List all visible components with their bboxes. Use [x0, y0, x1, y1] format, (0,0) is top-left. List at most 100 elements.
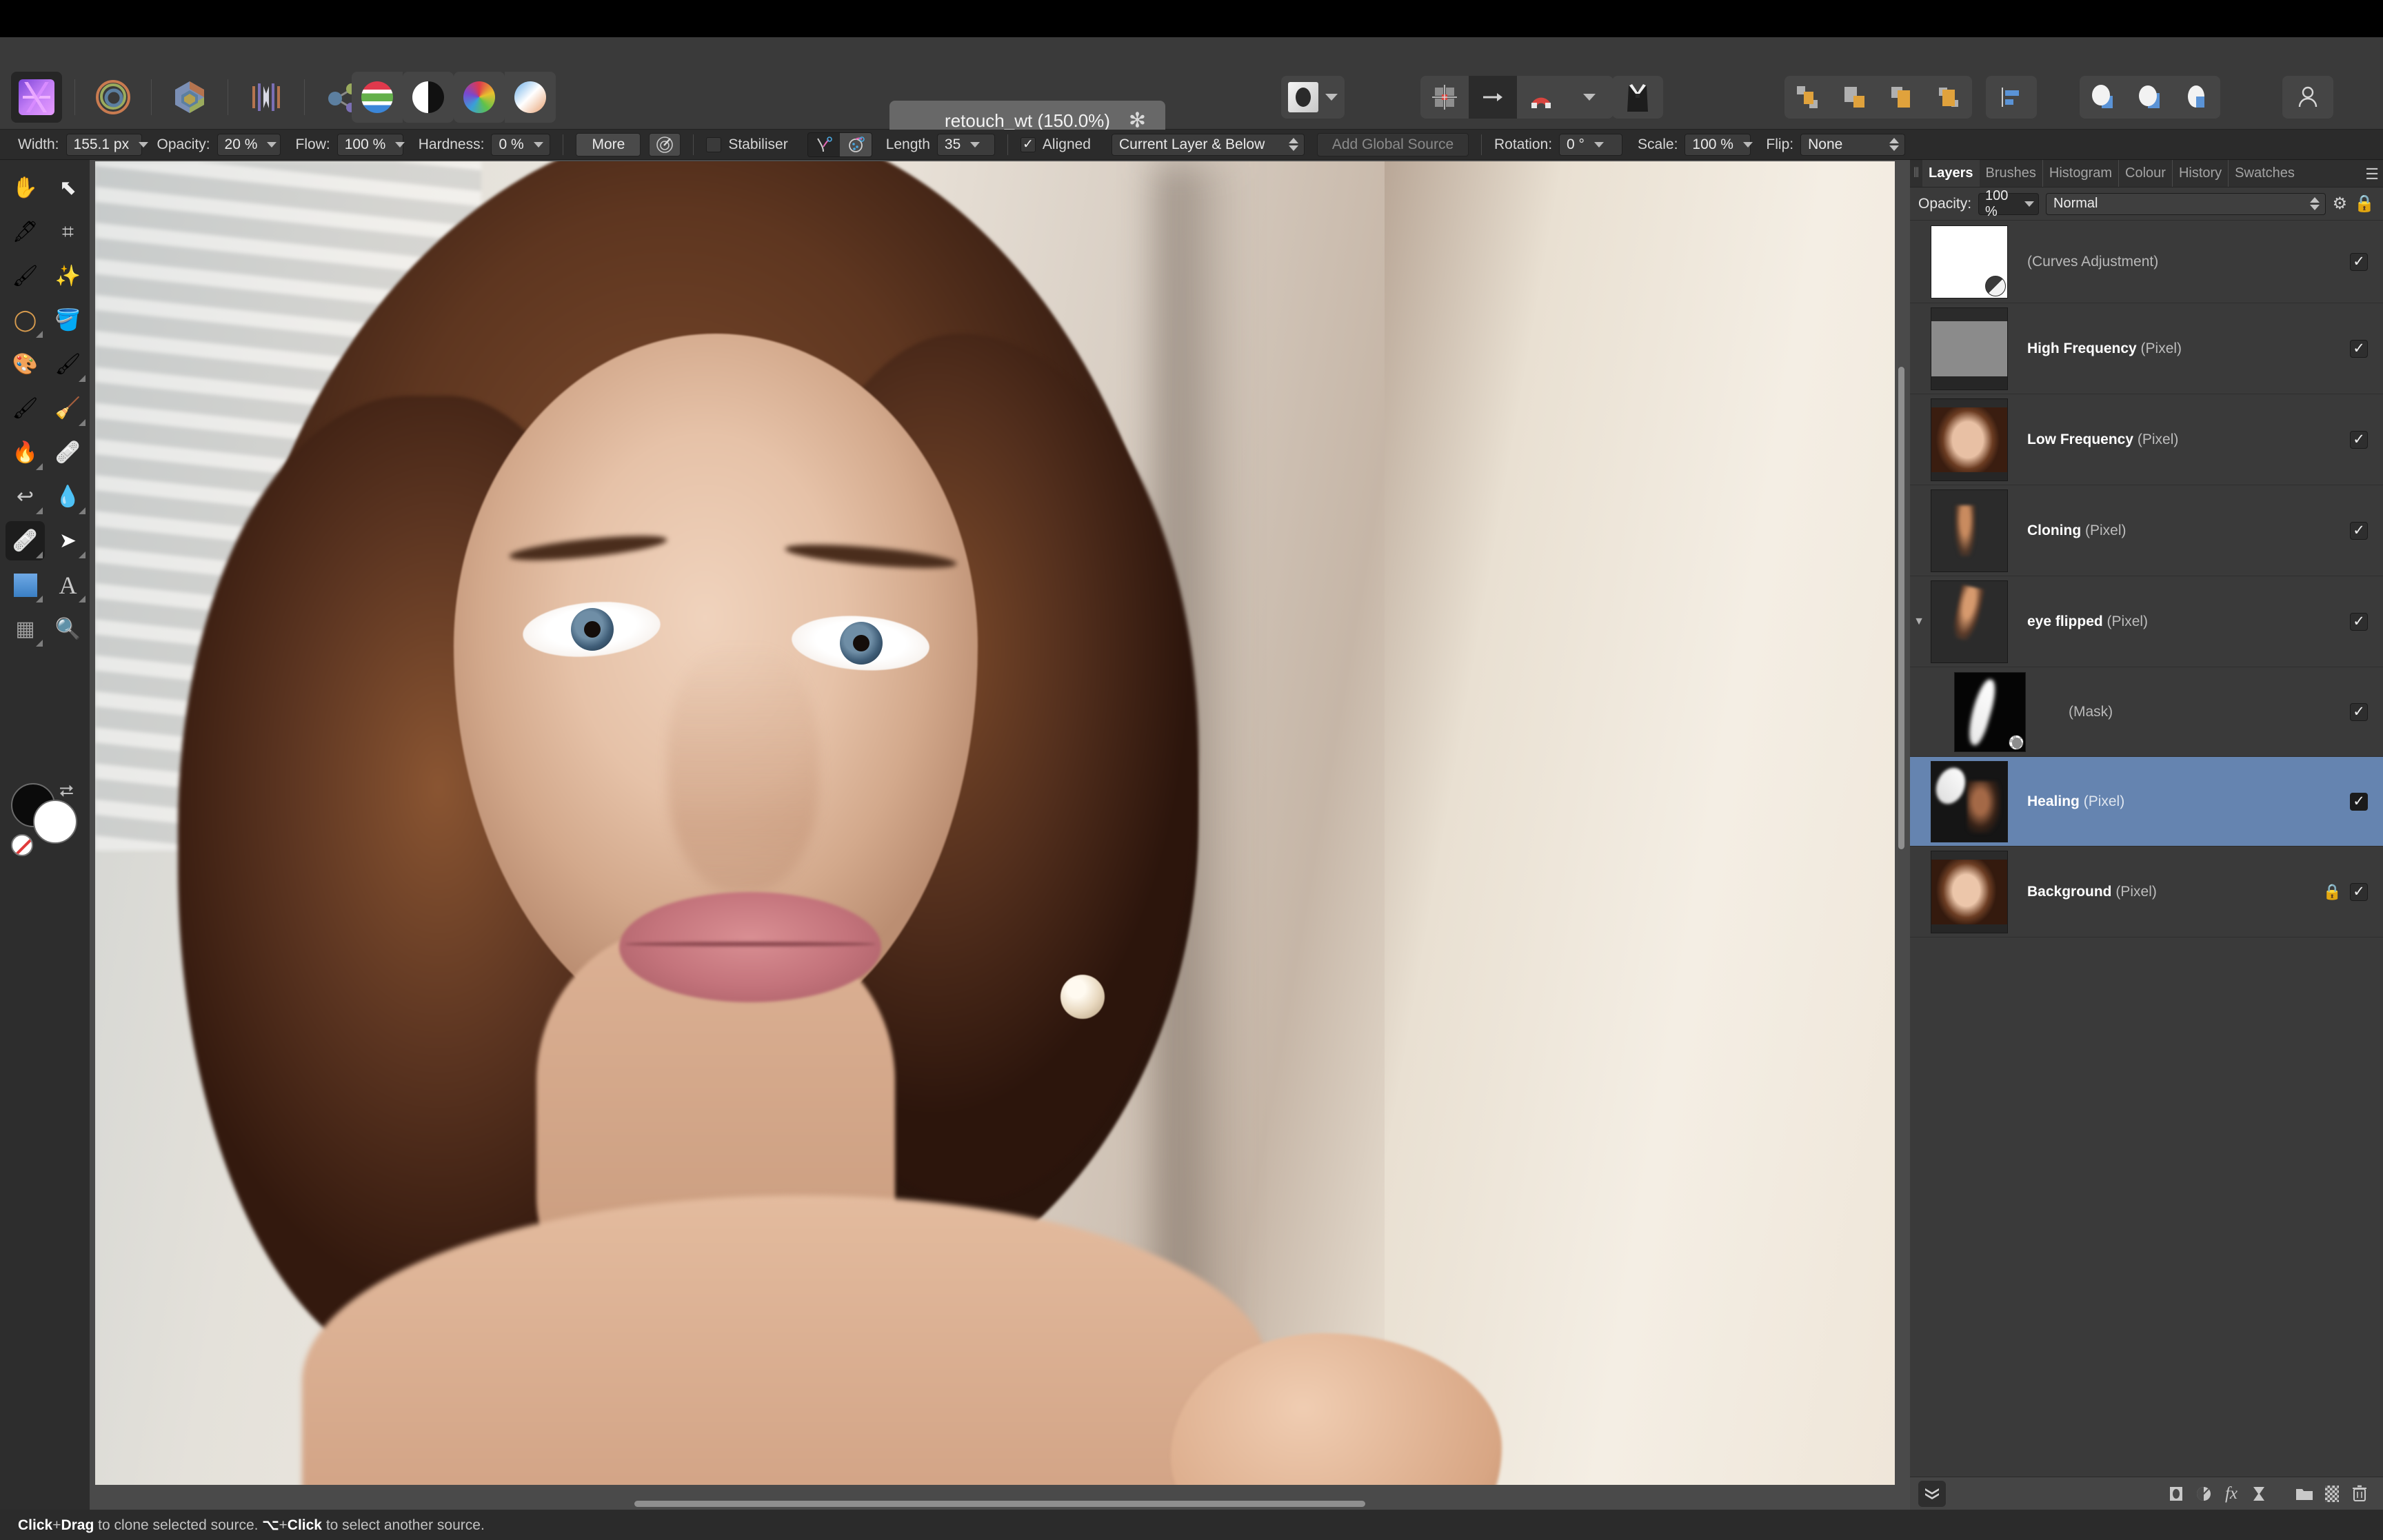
panel-grip[interactable]: ⦀ — [1910, 160, 1922, 187]
colour-adjustments-button[interactable] — [352, 72, 403, 123]
quick-mask-button[interactable] — [1281, 76, 1345, 119]
rectangle-tool[interactable] — [6, 565, 45, 605]
source-select[interactable]: Current Layer & Below — [1111, 133, 1305, 156]
enable-snapping-button[interactable] — [1517, 76, 1565, 119]
tool-submenu-indicator[interactable] — [36, 551, 43, 558]
photo-persona-button[interactable] — [11, 72, 62, 123]
stabiliser-checkbox[interactable] — [706, 136, 722, 152]
brush-dynamics-button[interactable] — [649, 132, 681, 156]
artistic-text-tool[interactable]: A — [48, 565, 88, 605]
tool-submenu-indicator[interactable] — [36, 596, 43, 602]
layer-visibility-checkbox[interactable] — [2350, 882, 2368, 901]
tab-layers[interactable]: Layers — [1922, 160, 1980, 187]
rope-stabiliser-button[interactable] — [808, 133, 840, 156]
live-filter-button[interactable] — [2245, 1481, 2273, 1507]
zoom-tool[interactable]: 🔍 — [48, 609, 88, 649]
develop-persona-button[interactable] — [164, 72, 215, 123]
freehand-selection-tool[interactable]: ◯ — [6, 301, 45, 340]
tab-colour[interactable]: Colour — [2119, 160, 2173, 187]
table-row[interactable]: Background (Pixel) 🔒 — [1910, 847, 2383, 938]
move-tool[interactable]: ⬉ — [48, 168, 88, 207]
undo-brush-tool[interactable]: ↩ — [6, 477, 45, 516]
subtract-geometry-button[interactable] — [2126, 76, 2173, 119]
flood-select-tool[interactable]: ✨ — [48, 256, 88, 296]
canvas-area[interactable] — [90, 160, 1910, 1510]
assistant-manager-button[interactable] — [1612, 76, 1663, 119]
dodge-burn-tool[interactable]: 🔥 — [6, 433, 45, 472]
table-row[interactable]: ▼ eye flipped (Pixel) — [1910, 576, 2383, 667]
move-forward-button[interactable] — [1831, 76, 1878, 119]
show-grid-button[interactable] — [1420, 76, 1469, 119]
crop-tool[interactable]: ⌗ — [48, 212, 88, 252]
panel-opacity-input[interactable]: 100 % — [1978, 188, 2040, 219]
tool-submenu-indicator[interactable] — [79, 551, 86, 558]
gear-icon[interactable]: ⚙ — [2333, 194, 2348, 214]
move-snap-button[interactable] — [1469, 76, 1517, 119]
stepper-icon[interactable] — [2309, 197, 2320, 210]
layers-list[interactable]: (Curves Adjustment) High Frequency (Pixe… — [1910, 221, 2383, 1477]
hardness-input[interactable]: 0 % — [491, 133, 551, 156]
move-to-front-button[interactable] — [1784, 76, 1831, 119]
add-pixel-layer-button[interactable] — [2318, 1481, 2346, 1507]
width-input[interactable]: 155.1 px — [66, 133, 149, 156]
tool-submenu-indicator[interactable] — [36, 331, 43, 338]
layer-lock-icon[interactable]: 🔒 — [2323, 883, 2342, 901]
layers-stack-button[interactable] — [1918, 1480, 1946, 1507]
layer-visibility-checkbox[interactable] — [2350, 252, 2368, 271]
table-row[interactable]: Cloning (Pixel) — [1910, 485, 2383, 576]
layer-visibility-checkbox[interactable] — [2350, 430, 2368, 449]
chevron-down-icon[interactable] — [267, 141, 277, 148]
panel-menu-icon[interactable]: ☰ — [2365, 165, 2379, 183]
flood-fill-tool[interactable]: 🪣 — [48, 301, 88, 340]
stepper-icon[interactable] — [1889, 138, 1900, 151]
tool-submenu-indicator[interactable] — [36, 463, 43, 470]
tool-submenu-indicator[interactable] — [36, 640, 43, 647]
add-global-source-button[interactable]: Add Global Source — [1316, 132, 1469, 156]
canvas-horizontal-scrollbar[interactable] — [90, 1499, 1910, 1508]
disclosure-arrow[interactable]: ▼ — [1910, 616, 1928, 628]
view-tool[interactable]: ✋ — [6, 168, 45, 207]
table-row[interactable]: High Frequency (Pixel) — [1910, 303, 2383, 394]
layer-visibility-checkbox[interactable] — [2350, 612, 2368, 631]
aligned-checkbox[interactable] — [1020, 136, 1036, 152]
chevron-down-icon[interactable] — [1325, 94, 1338, 101]
lock-icon[interactable]: 🔒 — [2354, 194, 2375, 214]
paint-brush-tool[interactable]: 🖌 — [48, 345, 88, 384]
tool-submenu-indicator[interactable] — [79, 419, 86, 426]
swap-colours-icon[interactable]: ⮂ — [59, 780, 74, 802]
gradient-tool[interactable]: 🎨 — [6, 345, 45, 384]
chevron-down-icon[interactable] — [1593, 141, 1604, 148]
document-canvas[interactable] — [95, 161, 1895, 1485]
flip-select[interactable]: None — [1800, 133, 1906, 156]
paint-mixer-brush-tool[interactable]: 🖌 — [6, 389, 45, 428]
rotation-input[interactable]: 0 ° — [1559, 133, 1623, 156]
gradient-map-button[interactable] — [505, 72, 556, 123]
layer-visibility-checkbox[interactable] — [2350, 521, 2368, 540]
opacity-input[interactable]: 20 % — [217, 133, 281, 156]
tab-brushes[interactable]: Brushes — [1980, 160, 2043, 187]
colour-wheel-button[interactable] — [454, 72, 505, 123]
erase-brush-tool[interactable]: 🧹 — [48, 389, 88, 428]
table-row[interactable]: Low Frequency (Pixel) — [1910, 394, 2383, 485]
healing-brush-tool[interactable]: 🩹 — [6, 521, 45, 560]
chevron-down-icon[interactable] — [533, 141, 543, 148]
tab-history[interactable]: History — [2173, 160, 2229, 187]
table-row[interactable]: (Mask) — [1910, 667, 2383, 757]
selection-brush-tool[interactable]: 🖌 — [6, 256, 45, 296]
delete-layer-button[interactable] — [2346, 1481, 2373, 1507]
layer-effects-button[interactable]: fx — [2218, 1481, 2245, 1507]
clone-brush-tool[interactable]: 🩹 — [48, 433, 88, 472]
mask-layer-button[interactable] — [2162, 1481, 2190, 1507]
account-button[interactable] — [2282, 76, 2333, 119]
blur-brush-tool[interactable]: 💧 — [48, 477, 88, 516]
move-backward-button[interactable] — [1878, 76, 1925, 119]
tone-mapping-persona-button[interactable] — [241, 72, 292, 123]
liquify-persona-button[interactable] — [88, 72, 139, 123]
intersect-geometry-button[interactable] — [2173, 76, 2220, 119]
foreground-colour-well[interactable] — [33, 800, 77, 844]
none-colour-icon[interactable] — [11, 834, 33, 856]
table-row[interactable]: Healing (Pixel) — [1910, 757, 2383, 847]
move-to-back-button[interactable] — [1925, 76, 1972, 119]
chevron-down-icon[interactable] — [395, 141, 405, 148]
tool-submenu-indicator[interactable] — [79, 375, 86, 382]
